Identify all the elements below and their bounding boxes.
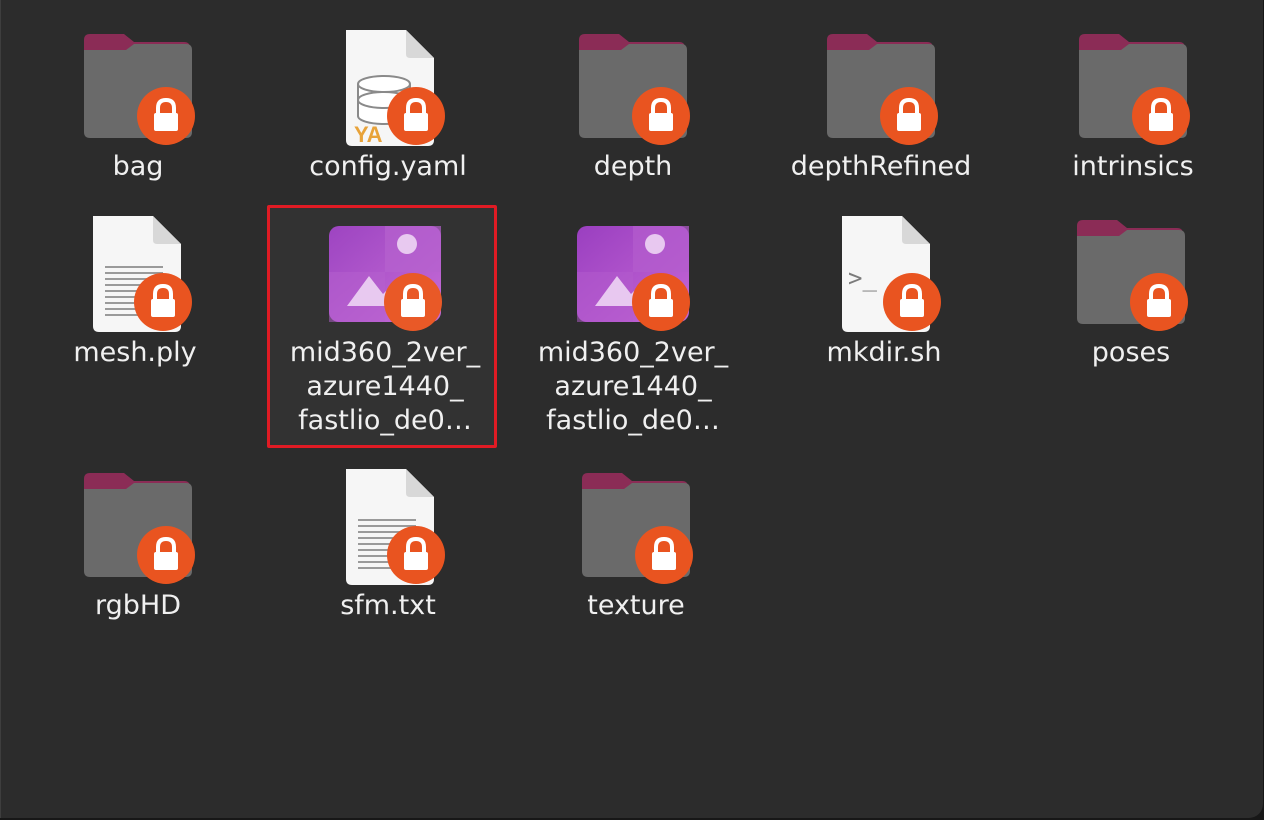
file-label: mid360_2ver_ azure1440_ fastlio_de0…	[289, 337, 481, 436]
lock-icon	[386, 86, 446, 146]
file-label: config.yaml	[309, 151, 467, 182]
file-item-bag[interactable]: bag	[23, 28, 253, 184]
lock-icon	[136, 86, 196, 146]
folder-icon	[78, 28, 198, 148]
file-item-sfm-txt[interactable]: sfm.txt	[273, 467, 503, 623]
file-item-depthRefined[interactable]: depthRefined	[766, 28, 996, 184]
folder-icon	[1073, 28, 1193, 148]
lock-icon	[386, 525, 446, 585]
lock-icon	[136, 525, 196, 585]
file-grid-view: bag YA config.yaml depth depthRefined in…	[0, 0, 1263, 818]
lock-icon	[631, 86, 691, 146]
file-label: mkdir.sh	[826, 337, 942, 368]
lock-icon	[1129, 272, 1189, 332]
file-label: sfm.txt	[340, 590, 436, 621]
file-item-image-2[interactable]: mid360_2ver_ azure1440_ fastlio_de0…	[518, 214, 748, 438]
folder-icon	[576, 467, 696, 587]
file-label: poses	[1091, 337, 1171, 368]
file-item-depth[interactable]: depth	[518, 28, 748, 184]
folder-icon	[1071, 214, 1191, 334]
image-file-icon	[573, 214, 693, 334]
lock-icon	[631, 272, 691, 332]
folder-icon	[78, 467, 198, 587]
script-file-icon: >_	[824, 214, 944, 334]
folder-icon	[573, 28, 693, 148]
file-label: depth	[593, 151, 673, 182]
file-label: rgbHD	[95, 590, 181, 621]
svg-text:>_: >_	[848, 264, 877, 292]
text-file-icon	[75, 214, 195, 334]
yaml-file-icon: YA	[328, 28, 448, 148]
file-item-image-1[interactable]: mid360_2ver_ azure1440_ fastlio_de0…	[270, 214, 500, 438]
file-label: mesh.ply	[73, 337, 197, 368]
folder-icon	[821, 28, 941, 148]
lock-icon	[133, 272, 193, 332]
file-item-mkdir-sh[interactable]: >_ mkdir.sh	[769, 214, 999, 370]
file-label: bag	[112, 151, 164, 182]
file-item-texture[interactable]: texture	[521, 467, 751, 623]
file-item-config-yaml[interactable]: YA config.yaml	[273, 28, 503, 184]
file-item-mesh-ply[interactable]: mesh.ply	[20, 214, 250, 370]
file-label: intrinsics	[1072, 151, 1194, 182]
file-item-poses[interactable]: poses	[1016, 214, 1246, 370]
file-item-rgbHD[interactable]: rgbHD	[23, 467, 253, 623]
image-file-icon	[325, 214, 445, 334]
file-label: mid360_2ver_ azure1440_ fastlio_de0…	[537, 337, 729, 436]
svg-text:YA: YA	[354, 122, 383, 147]
text-file-icon	[328, 467, 448, 587]
lock-icon	[882, 272, 942, 332]
file-label: texture	[587, 590, 685, 621]
file-label: depthRefined	[790, 151, 972, 182]
file-item-intrinsics[interactable]: intrinsics	[1018, 28, 1248, 184]
lock-icon	[1131, 86, 1191, 146]
lock-icon	[879, 86, 939, 146]
lock-icon	[383, 272, 443, 332]
lock-icon	[634, 525, 694, 585]
